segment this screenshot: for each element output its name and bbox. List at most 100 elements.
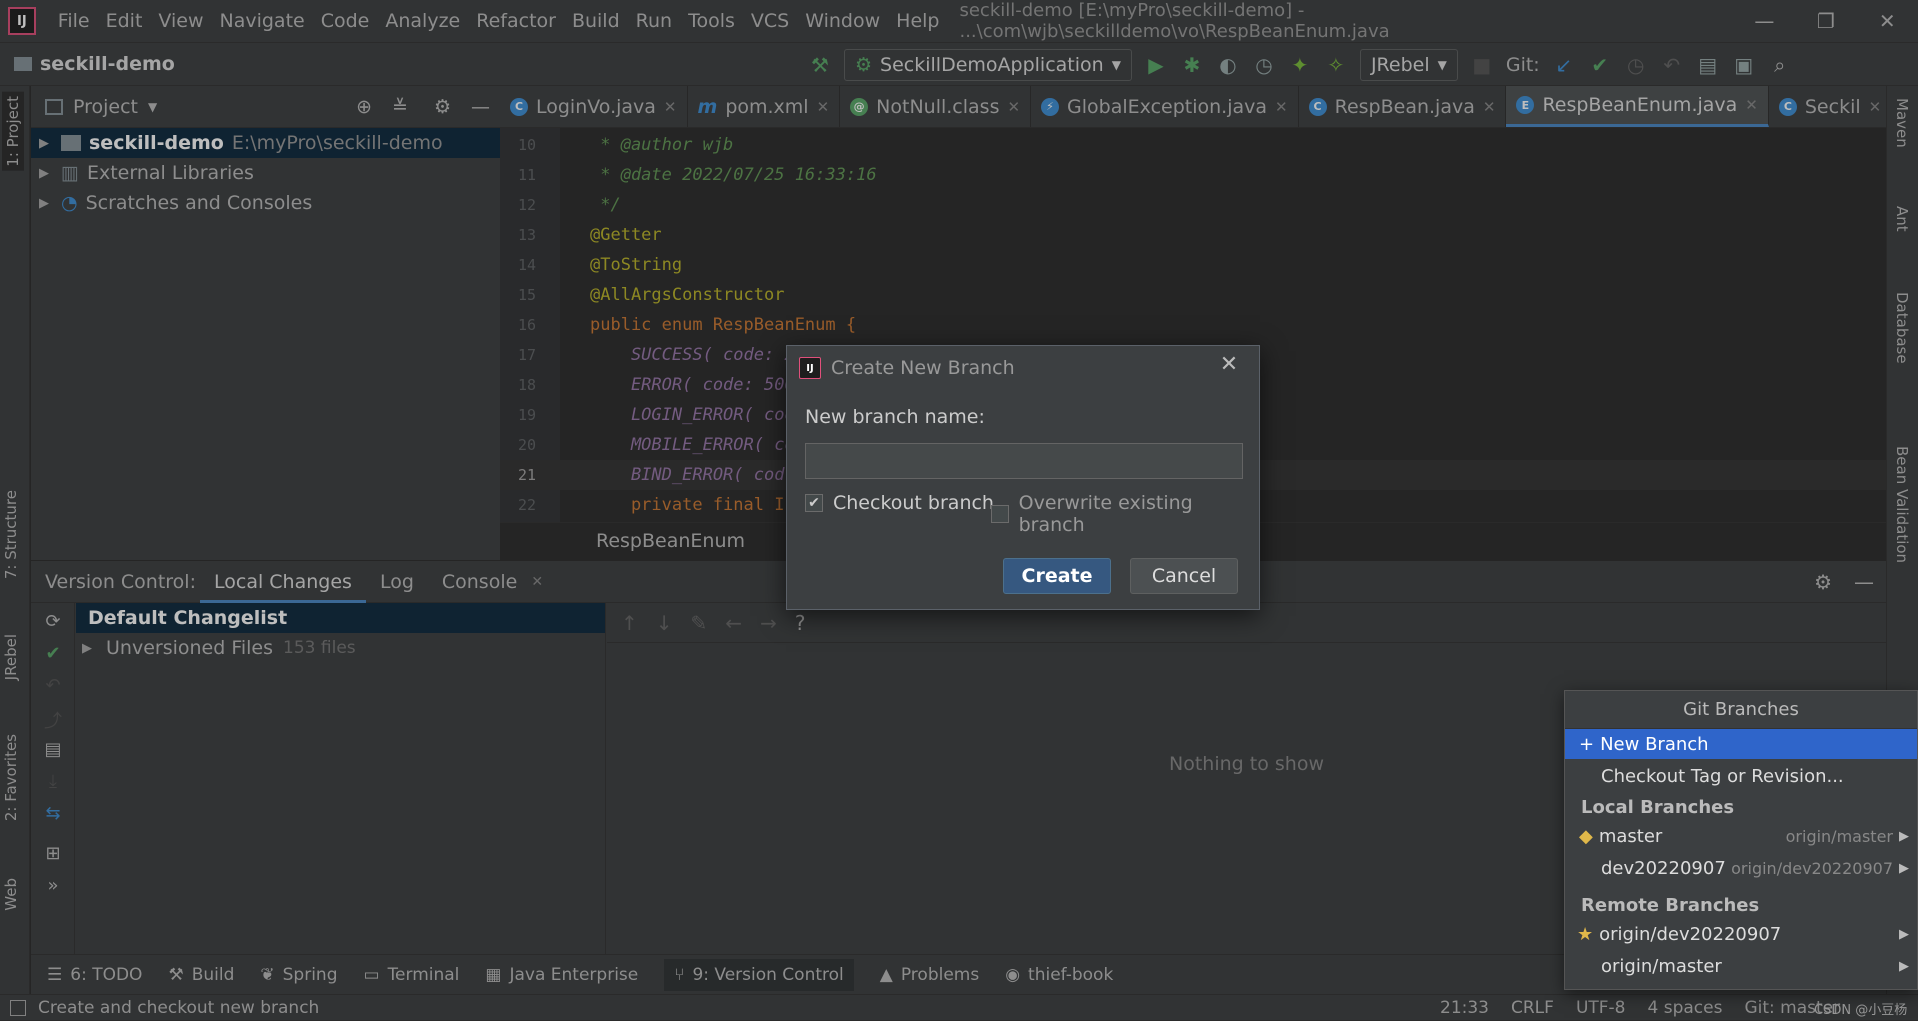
tab-seckill[interactable]: C Seckil ✕ — [1769, 86, 1886, 127]
caret-position[interactable]: 21:33 — [1440, 998, 1489, 1018]
menu-tools[interactable]: Tools — [680, 0, 743, 42]
branch-name-input[interactable] — [805, 443, 1243, 479]
more-icon[interactable]: » — [41, 875, 65, 899]
close-icon[interactable]: ✕ — [1007, 98, 1020, 116]
tab-maven[interactable]: Maven — [1893, 98, 1911, 148]
tab-problems[interactable]: ▲ Problems — [880, 965, 979, 985]
expand-icon[interactable]: ▶ — [39, 136, 53, 151]
debug-icon[interactable]: ✱ — [1180, 53, 1204, 77]
new-branch-item[interactable]: + New Branch — [1565, 729, 1917, 759]
menu-view[interactable]: View — [150, 0, 211, 42]
changelist-default[interactable]: Default Changelist — [76, 603, 605, 633]
menu-navigate[interactable]: Navigate — [211, 0, 312, 42]
file-encoding[interactable]: UTF-8 — [1576, 998, 1626, 1018]
tab-thief-book[interactable]: ◉ thief-book — [1005, 965, 1113, 985]
close-icon[interactable]: ✕ — [817, 98, 830, 116]
close-window-icon[interactable]: ✕ — [1857, 9, 1918, 33]
indent-setting[interactable]: 4 spaces — [1648, 998, 1723, 1018]
close-icon[interactable]: ✕ — [1483, 98, 1496, 116]
tab-local-changes[interactable]: Local Changes — [200, 561, 366, 603]
tab-pom[interactable]: m pom.xml ✕ — [688, 86, 841, 127]
tab-database[interactable]: Database — [1893, 292, 1911, 364]
tab-loginvo[interactable]: C LoginVo.java ✕ — [500, 86, 688, 127]
checkbox-checked-icon[interactable]: ✔ — [805, 494, 823, 512]
tab-todo[interactable]: ☰ 6: TODO — [47, 965, 142, 985]
toggle-panels-icon[interactable] — [10, 999, 26, 1016]
expand-icon[interactable]: ▶ — [39, 196, 53, 211]
jrebel-debug-icon[interactable]: ✧ — [1324, 53, 1348, 77]
checkbox-unchecked-icon[interactable] — [991, 505, 1009, 523]
line-separator[interactable]: CRLF — [1511, 998, 1554, 1018]
tab-java-enterprise[interactable]: ▦ Java Enterprise — [485, 965, 638, 985]
menu-run[interactable]: Run — [628, 0, 680, 42]
minimize-icon[interactable]: — — [1734, 9, 1795, 33]
restore-icon[interactable]: ❐ — [1795, 9, 1856, 33]
tree-item-external-libraries[interactable]: ▶ ▥ External Libraries — [31, 158, 500, 188]
menu-vcs[interactable]: VCS — [743, 0, 797, 42]
menu-analyze[interactable]: Analyze — [377, 0, 468, 42]
tab-spring[interactable]: ❦ Spring — [260, 965, 337, 985]
jrebel-run-icon[interactable]: ✦ — [1288, 53, 1312, 77]
tab-web[interactable]: Web — [2, 878, 20, 911]
gear-icon[interactable]: ⚙ — [1814, 570, 1832, 594]
checkout-tag-item[interactable]: Checkout Tag or Revision... — [1565, 761, 1917, 791]
expand-icon[interactable]: ▶ — [82, 641, 96, 656]
build-hammer-icon[interactable]: ⚒ — [808, 53, 832, 77]
chevron-down-icon[interactable]: ▼ — [148, 100, 157, 114]
unversioned-files[interactable]: ▶ Unversioned Files 153 files — [76, 633, 605, 663]
search-icon[interactable]: ⌕ — [1768, 53, 1792, 77]
tab-project[interactable]: 1: Project — [2, 92, 24, 171]
tab-build[interactable]: ⚒ Build — [168, 965, 234, 985]
tab-globalexception[interactable]: ⚡ GlobalException.java ✕ — [1031, 86, 1299, 127]
menu-help[interactable]: Help — [888, 0, 947, 42]
run-icon[interactable]: ▶ — [1144, 53, 1168, 77]
menu-code[interactable]: Code — [313, 0, 378, 42]
expand-icon[interactable]: ▶ — [39, 166, 53, 181]
gear-icon[interactable]: ⚙ — [434, 96, 451, 118]
tab-structure[interactable]: 7: Structure — [2, 490, 20, 579]
changelist-icon[interactable]: ▤ — [41, 739, 65, 763]
close-icon[interactable]: ✕ — [1869, 98, 1882, 116]
rollback-icon[interactable]: ↶ — [1660, 53, 1684, 77]
menu-edit[interactable]: Edit — [98, 0, 151, 42]
overwrite-branch-checkbox[interactable]: Overwrite existing branch — [991, 492, 1259, 536]
tree-item-scratches[interactable]: ▶ ◔ Scratches and Consoles — [31, 188, 500, 218]
refresh-icon[interactable]: ⟳ — [41, 611, 65, 635]
tab-favorites[interactable]: 2: Favorites — [2, 734, 20, 821]
coverage-icon[interactable]: ◐ — [1216, 53, 1240, 77]
create-button[interactable]: Create — [1003, 558, 1111, 594]
run-configuration-select[interactable]: ⚙ SeckillDemoApplication ▼ — [844, 49, 1132, 81]
tree-item-seckill-demo[interactable]: ▶ seckill-demo E:\myPro\seckill-demo — [31, 128, 500, 158]
profile-icon[interactable]: ◷ — [1252, 53, 1276, 77]
close-icon[interactable]: ✕ — [1213, 352, 1245, 377]
close-icon[interactable]: ✕ — [1745, 96, 1758, 114]
menu-window[interactable]: Window — [797, 0, 888, 42]
tab-respbeanenum[interactable]: E RespBeanEnum.java ✕ — [1506, 86, 1769, 127]
project-structure-icon[interactable]: ▤ — [1696, 53, 1720, 77]
tab-respbean[interactable]: C RespBean.java ✕ — [1299, 86, 1507, 127]
hide-panel-icon[interactable]: — — [1854, 570, 1874, 594]
history-icon[interactable]: ◷ — [1624, 53, 1648, 77]
tab-version-control[interactable]: ⑂ 9: Version Control — [664, 958, 854, 991]
menu-refactor[interactable]: Refactor — [468, 0, 564, 42]
branch-item-master[interactable]: ◆ master origin/master ▶ — [1565, 821, 1917, 851]
checkout-branch-checkbox[interactable]: ✔ Checkout branch — [805, 492, 994, 514]
tab-jrebel[interactable]: JRebel — [2, 634, 20, 680]
cancel-button[interactable]: Cancel — [1130, 558, 1238, 594]
collapse-all-icon[interactable]: ≚ — [392, 96, 408, 118]
expand-all-icon[interactable]: ⊞ — [41, 843, 65, 867]
menu-file[interactable]: File — [50, 0, 98, 42]
locate-icon[interactable]: ⊕ — [356, 96, 372, 118]
tab-console[interactable]: Console — [428, 561, 531, 603]
group-icon[interactable]: ⇆ — [41, 803, 65, 827]
jrebel-select[interactable]: JRebel ▼ — [1359, 49, 1458, 81]
menu-build[interactable]: Build — [564, 0, 628, 42]
git-commit-icon[interactable]: ✔ — [1588, 53, 1612, 77]
tab-ant[interactable]: Ant — [1893, 206, 1911, 232]
remote-branch-item[interactable]: origin/master ▶ — [1565, 951, 1917, 981]
tab-log[interactable]: Log — [366, 561, 428, 603]
project-panel-title[interactable]: Project — [73, 96, 138, 118]
close-icon[interactable]: ✕ — [664, 98, 677, 116]
tab-notnull[interactable]: @ NotNull.class ✕ — [840, 86, 1032, 127]
tab-terminal[interactable]: ▭ Terminal — [364, 965, 460, 985]
